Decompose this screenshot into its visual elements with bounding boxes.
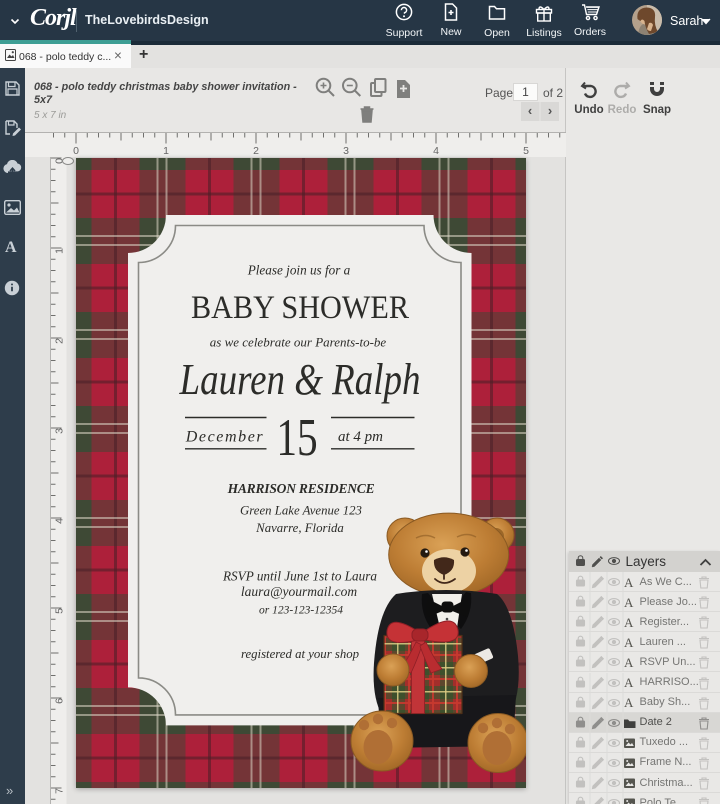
svg-text:6: 6 [54,698,66,704]
svg-text:RSVP until June 1st to Laura: RSVP until June 1st to Laura [222,569,377,584]
svg-text:0: 0 [73,145,79,157]
svg-text:at 4 pm: at 4 pm [338,429,383,445]
svg-text:1: 1 [54,248,66,254]
svg-text:BABY SHOWER: BABY SHOWER [191,289,409,325]
svg-text:7: 7 [54,788,66,794]
svg-text:laura@yourmail.com: laura@yourmail.com [241,584,358,599]
svg-text:4: 4 [54,518,66,524]
svg-text:Lauren & Ralph: Lauren & Ralph [179,355,421,404]
svg-text:3: 3 [343,145,349,157]
svg-text:as we celebrate our Parents-to: as we celebrate our Parents-to-be [210,335,387,350]
svg-text:Navarre, Florida: Navarre, Florida [255,521,344,535]
svg-text:3: 3 [54,428,66,434]
svg-text:2: 2 [253,145,259,157]
svg-text:Green Lake Avenue 123: Green Lake Avenue 123 [240,504,362,518]
svg-text:HARRISON RESIDENCE: HARRISON RESIDENCE [227,481,375,496]
svg-text:5: 5 [54,608,66,614]
svg-text:Please join us for a: Please join us for a [247,263,351,278]
svg-text:registered at your shop: registered at your shop [241,647,360,661]
svg-text:1: 1 [163,145,169,157]
svg-text:or 123-123-12354: or 123-123-12354 [259,605,343,617]
svg-text:15: 15 [276,409,317,467]
svg-text:2: 2 [54,338,66,344]
svg-text:December: December [185,429,265,446]
svg-text:4: 4 [433,145,439,157]
svg-text:5: 5 [523,145,529,157]
